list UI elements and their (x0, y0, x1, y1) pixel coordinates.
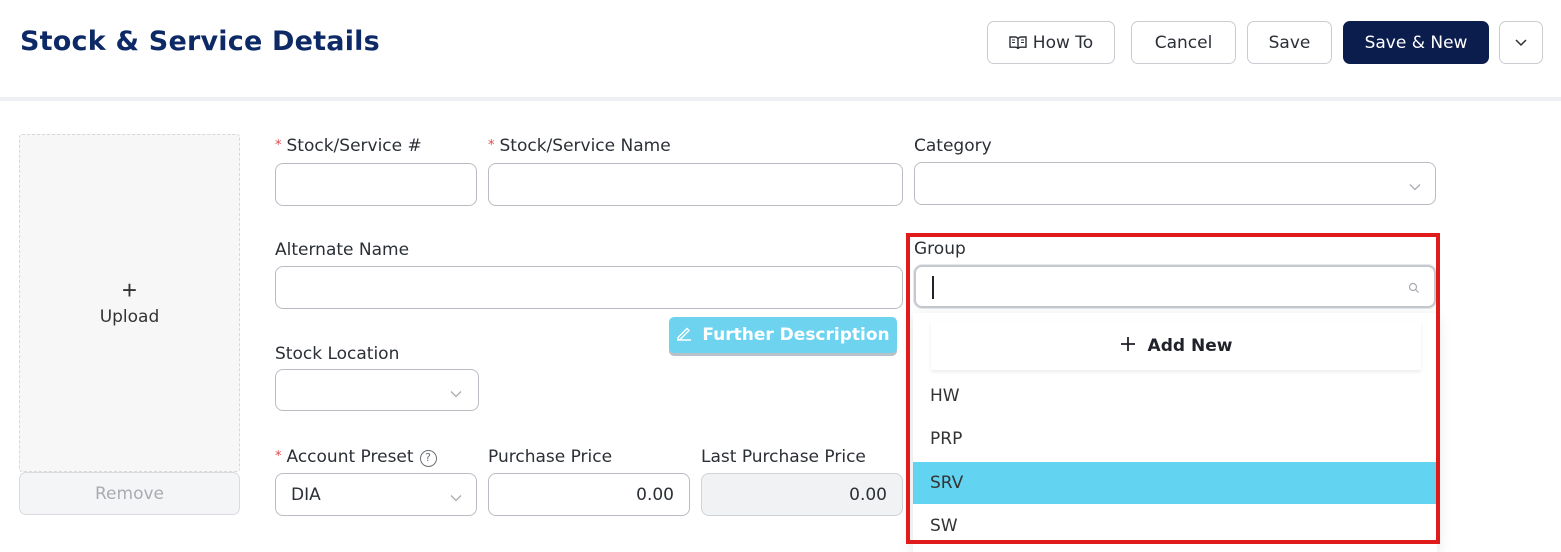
chevron-down-icon (450, 489, 462, 507)
last-purchase-price-field: 0.00 (701, 473, 903, 516)
required-marker: * (488, 138, 495, 153)
required-marker: * (275, 138, 282, 153)
chevron-down-icon (1514, 38, 1528, 47)
help-icon[interactable]: ? (419, 450, 437, 467)
chevron-down-icon (1409, 178, 1421, 196)
group-option-prp[interactable]: PRP (913, 418, 1437, 460)
required-marker: * (275, 449, 282, 464)
page-title: Stock & Service Details (20, 26, 380, 57)
alternate-name-field[interactable] (275, 266, 903, 309)
stock-location-select[interactable] (275, 369, 479, 411)
further-description-label: Further Description (702, 325, 890, 345)
stock-location-label: Stock Location (275, 344, 400, 364)
page-header: Stock & Service Details How To Cancel Sa… (0, 0, 1561, 98)
stock-name-label: * Stock/Service Name (488, 136, 671, 156)
how-to-label: How To (1032, 32, 1094, 53)
header-divider (0, 97, 1561, 101)
group-label: Group (914, 239, 966, 259)
category-select[interactable] (914, 162, 1436, 205)
further-description-button[interactable]: Further Description (669, 317, 897, 353)
chevron-down-icon (450, 385, 462, 403)
stock-name-field[interactable] (488, 163, 903, 206)
save-button[interactable]: Save (1247, 21, 1332, 64)
search-icon (1408, 281, 1420, 299)
plus-icon: + (121, 275, 138, 305)
purchase-price-field[interactable]: 0.00 (488, 473, 690, 516)
group-option-srv[interactable]: SRV (913, 462, 1437, 504)
group-option-hw[interactable]: HW (913, 375, 1437, 417)
stock-number-field[interactable] (275, 163, 477, 206)
group-option-sw[interactable]: SW (913, 505, 1437, 547)
plus-icon (1120, 336, 1136, 357)
more-options-button[interactable] (1499, 21, 1543, 64)
stock-number-label: * Stock/Service # (275, 136, 422, 156)
add-new-label: Add New (1147, 336, 1233, 356)
last-purchase-price-label: Last Purchase Price (701, 447, 866, 467)
pencil-icon (676, 325, 692, 346)
add-new-group-button[interactable]: Add New (931, 322, 1421, 370)
image-upload-area[interactable]: + Upload (19, 134, 240, 472)
group-dropdown: Add New HW PRP SRV SW (913, 313, 1437, 552)
remove-image-button: Remove (19, 472, 240, 515)
account-preset-label: * Account Preset? (275, 447, 437, 468)
purchase-price-label: Purchase Price (488, 447, 613, 467)
how-to-button[interactable]: How To (987, 21, 1115, 64)
save-and-new-button[interactable]: Save & New (1343, 21, 1489, 64)
group-search-input[interactable] (914, 265, 1436, 308)
cancel-button[interactable]: Cancel (1131, 21, 1236, 64)
upload-label: Upload (99, 307, 160, 327)
alternate-name-label: Alternate Name (275, 240, 410, 260)
account-preset-select[interactable]: DIA (275, 473, 477, 516)
text-cursor (932, 276, 934, 299)
category-label: Category (914, 136, 992, 156)
book-icon (1009, 35, 1027, 51)
